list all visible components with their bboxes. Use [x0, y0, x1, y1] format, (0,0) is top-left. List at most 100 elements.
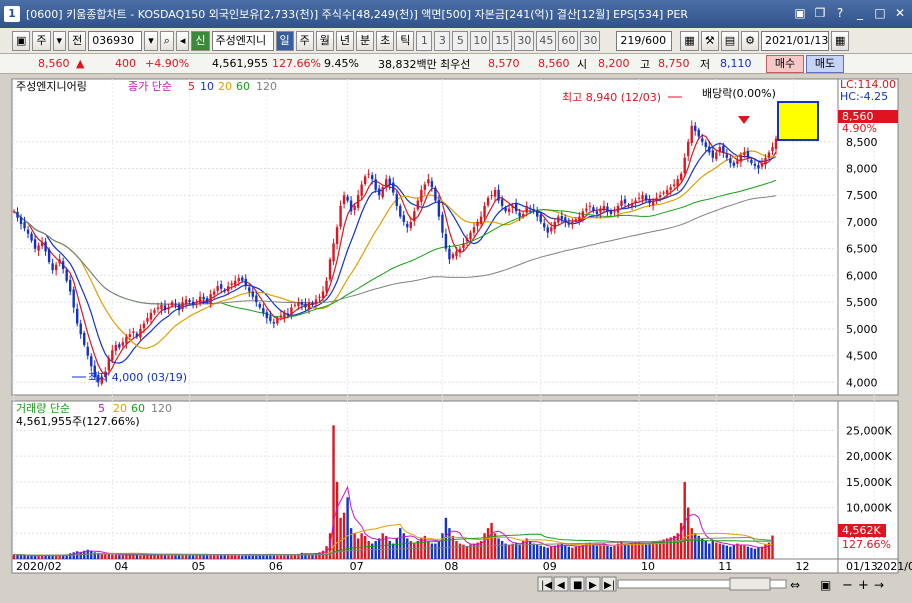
- candle-body: [181, 302, 184, 309]
- candle-body: [170, 302, 174, 306]
- sin-button[interactable]: 신: [191, 30, 210, 51]
- pin-icon[interactable]: ▣: [792, 5, 808, 21]
- dropdown-icon[interactable]: ▾: [52, 30, 67, 51]
- home-icon[interactable]: ▣: [820, 578, 831, 592]
- period-year-button[interactable]: 년: [335, 30, 355, 51]
- candle-body: [23, 222, 26, 229]
- search-icon[interactable]: ⌕: [159, 30, 174, 51]
- volume-bar: [279, 555, 283, 559]
- candle-body: [581, 211, 585, 218]
- close-icon[interactable]: ✕: [892, 5, 908, 21]
- candle-body: [448, 248, 451, 260]
- minimize-icon[interactable]: _: [852, 5, 868, 21]
- vma120-legend: 120: [151, 402, 172, 415]
- zoom-slider-icon[interactable]: ⇔: [790, 578, 800, 592]
- interval-30-button[interactable]: 30: [514, 30, 535, 51]
- volume-bar: [184, 555, 188, 559]
- right-date-label: 01/13: [846, 560, 878, 573]
- market-select[interactable]: 주: [32, 30, 51, 51]
- price-tick-label: 7,000: [846, 216, 878, 229]
- volume-bar: [251, 555, 254, 559]
- volume-bar: [528, 541, 532, 559]
- candle-body: [76, 308, 79, 324]
- volume-bar: [114, 554, 118, 559]
- layout-icon[interactable]: ▣: [12, 30, 31, 51]
- maximize-icon[interactable]: □: [872, 5, 888, 21]
- candle-body: [156, 307, 160, 309]
- zoom-out-icon[interactable]: −: [842, 578, 853, 593]
- stock-chart[interactable]: 8,500 8,000 7,500 7,000 6,500 6,000 5,500 5,000…: [0, 75, 912, 603]
- interval-5-button[interactable]: 5: [452, 30, 469, 51]
- date-input[interactable]: 2021/01/13: [760, 30, 829, 51]
- interval-custom-select[interactable]: 30: [580, 30, 601, 51]
- volume-bar: [118, 555, 121, 559]
- scroll-thumb[interactable]: [729, 577, 771, 591]
- volume-bar: [423, 535, 427, 559]
- code-dropdown-icon[interactable]: ▾: [144, 30, 158, 51]
- candle-body: [462, 243, 465, 249]
- interval-3-button[interactable]: 3: [434, 30, 451, 51]
- data-count-input[interactable]: 219/600: [616, 30, 673, 51]
- stock-code-input[interactable]: 036930: [88, 30, 143, 51]
- grid-icon[interactable]: ▦: [680, 30, 699, 51]
- interval-1-button[interactable]: 1: [416, 30, 433, 51]
- candle-body: [286, 313, 290, 316]
- candle-body: [279, 315, 283, 317]
- period-minute-button[interactable]: 분: [356, 30, 375, 51]
- interval-60-button[interactable]: 60: [558, 30, 579, 51]
- candle-body: [651, 200, 655, 206]
- volume-bar: [244, 555, 247, 559]
- buy-button[interactable]: 매수: [766, 55, 804, 73]
- candle-body: [553, 221, 556, 230]
- candle-body: [613, 211, 616, 213]
- candle-body: [592, 207, 595, 212]
- sell-button[interactable]: 매도: [806, 55, 844, 73]
- candle-body: [521, 213, 525, 217]
- next-icon: ▶: [589, 580, 597, 591]
- zoom-in-icon[interactable]: +: [858, 578, 869, 593]
- volume-bar: [595, 545, 599, 559]
- price-tick-label: 7,500: [846, 189, 878, 202]
- right-arrow-icon[interactable]: →: [874, 578, 884, 592]
- volume-bar: [23, 555, 26, 559]
- candle-body: [486, 197, 490, 206]
- selection-box[interactable]: [777, 101, 819, 141]
- candle-body: [641, 195, 644, 200]
- volume-bar: [701, 538, 704, 559]
- interval-45-button[interactable]: 45: [536, 30, 557, 51]
- low-price: 8,110: [720, 57, 752, 70]
- period-second-button[interactable]: 초: [376, 30, 395, 51]
- volume-bar: [623, 543, 627, 559]
- volume-bar: [44, 555, 47, 559]
- candle-body: [437, 199, 441, 217]
- period-week-button[interactable]: 주: [295, 30, 314, 51]
- calendar-icon[interactable]: ▦: [830, 30, 850, 51]
- candle-body: [665, 189, 669, 194]
- gear-icon[interactable]: ⚙: [741, 30, 759, 51]
- interval-15-button[interactable]: 15: [492, 30, 513, 51]
- period-month-button[interactable]: 월: [315, 30, 334, 51]
- volume-tick-label: 20,000K: [846, 450, 892, 463]
- period-day-button[interactable]: 일: [275, 30, 294, 51]
- volume-bar: [511, 543, 514, 559]
- jeon-button[interactable]: 전: [68, 30, 87, 51]
- restore-icon[interactable]: ❐: [812, 5, 828, 21]
- period-tick-button[interactable]: 틱: [396, 30, 415, 51]
- candle-body: [532, 209, 535, 212]
- low-label: 저: [700, 57, 711, 71]
- candle-body: [679, 173, 683, 180]
- candle-body: [297, 302, 300, 307]
- candle-body: [121, 342, 125, 346]
- volume-bar: [360, 533, 363, 559]
- high-price: 8,750: [658, 57, 690, 70]
- candle-body: [669, 187, 672, 190]
- candle-body: [12, 211, 16, 213]
- tool-icon[interactable]: ⚒: [700, 30, 719, 51]
- volume-bar: [191, 555, 195, 559]
- save-icon[interactable]: ▤: [720, 30, 740, 51]
- help-icon[interactable]: ?: [832, 5, 848, 21]
- interval-10-button[interactable]: 10: [470, 30, 491, 51]
- sound-icon[interactable]: ◂: [175, 30, 190, 51]
- candle-body: [444, 233, 448, 249]
- candle-body: [118, 344, 121, 348]
